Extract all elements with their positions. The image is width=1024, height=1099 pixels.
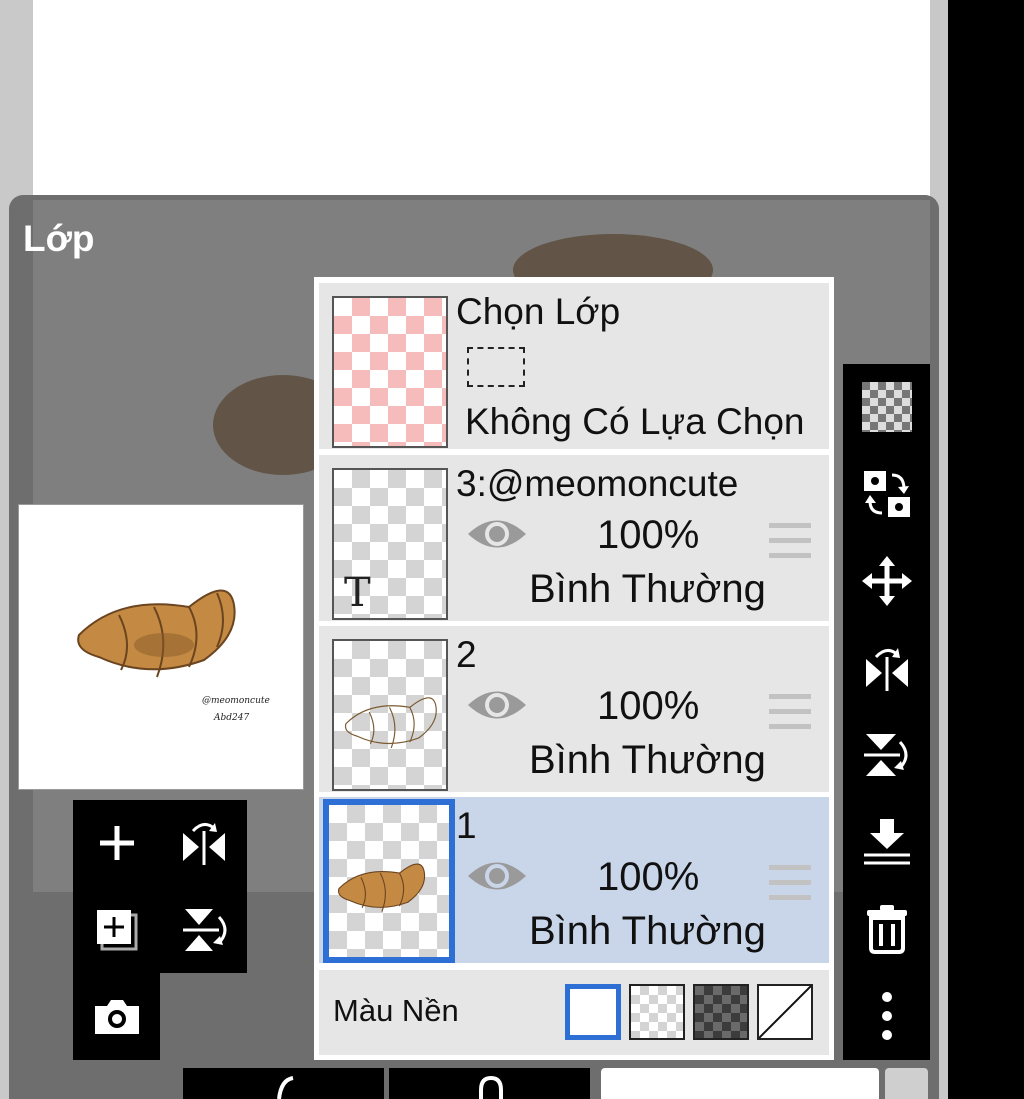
layer-name: 1 — [456, 805, 477, 846]
drag-handle-icon[interactable] — [769, 523, 811, 559]
selection-layer-row[interactable]: Chọn Lớp Không Có Lựa Chọn — [319, 283, 829, 449]
move-button[interactable] — [843, 538, 930, 624]
move-icon — [861, 556, 912, 606]
add-copy-icon — [96, 910, 137, 951]
selection-thumbnail — [332, 296, 448, 448]
function-button[interactable] — [183, 1068, 384, 1099]
layer-name: 3:@meomoncute — [456, 463, 739, 504]
add-layer-icon — [99, 826, 134, 860]
duplicate-layer-button[interactable] — [73, 887, 160, 973]
layer-blend-mode[interactable]: Bình Thường — [529, 567, 766, 612]
layer-row-selected[interactable]: 1 100% Bình Thường — [319, 797, 829, 963]
camera-icon — [94, 1000, 139, 1034]
drag-handle-icon[interactable] — [769, 865, 811, 901]
croissant-image — [77, 589, 236, 678]
layer-name: 2 — [456, 634, 477, 675]
swap-button[interactable] — [843, 451, 930, 537]
flip-vertical-icon — [182, 909, 226, 951]
background-color-label: Màu Nền — [333, 993, 459, 1028]
add-layer-button[interactable] — [73, 800, 160, 886]
lock-icon — [479, 1075, 503, 1099]
transparency-button[interactable] — [843, 364, 930, 450]
bg-swatch-white[interactable] — [565, 984, 621, 1040]
selection-layer-name: Chọn Lớp — [456, 291, 621, 332]
visibility-eye-icon[interactable] — [466, 855, 528, 897]
bg-swatch-none[interactable] — [757, 984, 813, 1040]
right-toolbar — [843, 364, 930, 1060]
blend-mode-dropdown[interactable] — [601, 1068, 879, 1099]
selection-status: Không Có Lựa Chọn — [465, 401, 805, 442]
line-art-croissant — [344, 697, 437, 749]
layer-row[interactable]: 2 100% Bình Thường — [319, 626, 829, 792]
left-toolbar-bottom — [73, 973, 160, 1060]
lock-button[interactable] — [389, 1068, 590, 1099]
visibility-eye-icon[interactable] — [466, 513, 528, 555]
swap-icon — [863, 471, 910, 517]
layer-blend-mode[interactable]: Bình Thường — [529, 909, 766, 954]
layer-opacity[interactable]: 100% — [597, 513, 699, 558]
camera-button[interactable] — [73, 973, 160, 1059]
selection-marquee-icon — [467, 347, 525, 387]
drag-handle-icon[interactable] — [769, 694, 811, 730]
layer-thumbnail: T — [332, 468, 448, 620]
flip-horizontal-icon — [865, 648, 908, 691]
bg-swatch-transparent[interactable] — [629, 984, 685, 1040]
trash-icon — [866, 905, 907, 954]
layer-blend-mode[interactable]: Bình Thường — [529, 738, 766, 783]
more-button[interactable] — [843, 973, 930, 1059]
preview-signature: @meomoncute — [202, 696, 270, 706]
layer-thumbnail — [332, 639, 448, 791]
delete-layer-button[interactable] — [843, 886, 930, 972]
left-toolbar — [73, 800, 247, 973]
layer-opacity[interactable]: 100% — [597, 855, 699, 900]
bg-swatch-dark[interactable] — [693, 984, 749, 1040]
merge-down-icon — [863, 819, 910, 865]
merge-down-button[interactable] — [843, 799, 930, 885]
transparency-icon — [861, 382, 912, 432]
color-croissant — [338, 863, 426, 912]
flip-vertical-icon — [863, 734, 907, 776]
canvas-preview[interactable] — [18, 504, 304, 790]
layer-thumbnail — [323, 799, 455, 963]
layer-opacity[interactable]: 100% — [597, 684, 699, 729]
bottom-bar — [183, 1068, 928, 1099]
flip-layer-vertical-button[interactable] — [160, 887, 247, 973]
function-icon — [277, 1076, 294, 1099]
preview-signature-id: Abd247 — [214, 713, 250, 723]
flip-layer-horizontal-button[interactable] — [160, 800, 247, 886]
flip-horizontal-icon — [182, 823, 225, 865]
none-slash-icon — [759, 986, 811, 1038]
more-icon — [881, 992, 892, 1040]
visibility-eye-icon[interactable] — [466, 684, 528, 726]
flip-horizontal-button[interactable] — [843, 625, 930, 711]
dropdown-arrow-button[interactable] — [885, 1068, 928, 1099]
layer-row[interactable]: T 3:@meomoncute 100% Bình Thường — [319, 455, 829, 621]
flip-vertical-button[interactable] — [843, 712, 930, 798]
panel-title: Lớp — [23, 218, 95, 259]
text-layer-icon: T — [344, 570, 371, 616]
